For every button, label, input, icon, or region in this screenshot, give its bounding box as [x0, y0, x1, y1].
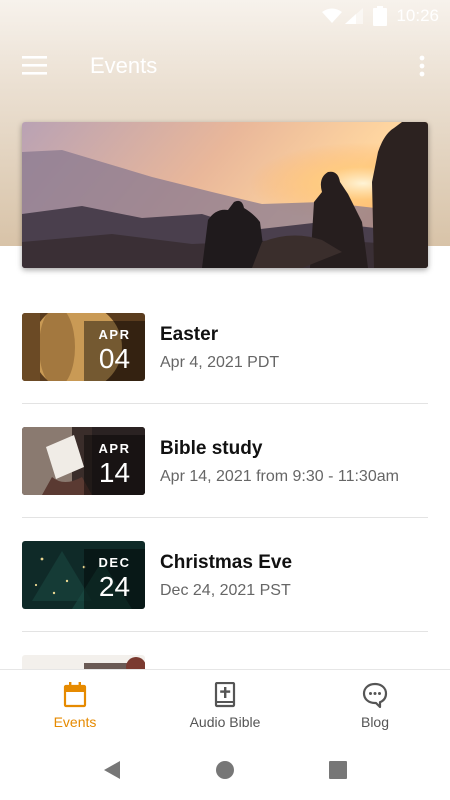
chat-icon: [362, 682, 388, 708]
status-bar: 10:26: [0, 0, 450, 32]
back-icon[interactable]: [102, 759, 122, 781]
event-row-christmas-eve[interactable]: DEC 24 Christmas Eve Dec 24, 2021 PST: [22, 518, 428, 632]
event-day: 04: [98, 343, 131, 374]
nav-label-blog: Blog: [360, 714, 390, 730]
nav-item-audio-bible[interactable]: Audio Bible: [150, 670, 300, 746]
calendar-icon: [63, 682, 87, 708]
battery-icon: [373, 6, 387, 26]
signal-icon: [345, 8, 363, 24]
event-name: Christmas Eve: [160, 552, 293, 573]
more-options-icon[interactable]: [412, 54, 432, 78]
date-badge: DEC 24: [84, 549, 145, 609]
system-navigation-bar: [0, 745, 450, 800]
home-icon[interactable]: [215, 760, 235, 780]
date-badge: APR 04: [84, 321, 145, 381]
event-day: 14: [98, 457, 131, 488]
page-title: Events: [90, 53, 158, 78]
event-row-bible-study[interactable]: APR 14 Bible study Apr 14, 2021 from 9:3…: [22, 404, 428, 518]
status-time: 10:26: [396, 6, 439, 25]
bottom-navigation: Events Audio Bible Blog: [0, 669, 450, 746]
hero-sunset-scene: [22, 122, 428, 268]
app-bar: Events: [0, 40, 450, 92]
event-date: Apr 14, 2021 from 9:30 - 11:30am: [160, 468, 399, 485]
event-day: 24: [98, 571, 131, 602]
event-row-easter[interactable]: APR 04 Easter Apr 4, 2021 PDT: [22, 290, 428, 404]
nav-item-blog[interactable]: Blog: [300, 670, 450, 746]
bible-icon: [214, 682, 236, 708]
menu-icon[interactable]: [22, 54, 48, 76]
nav-label-events: Events: [53, 714, 97, 730]
wifi-icon: [322, 8, 342, 23]
event-month: DEC: [98, 555, 131, 570]
event-name: Bible study: [160, 438, 263, 459]
hero-image[interactable]: [22, 122, 428, 268]
event-date: Dec 24, 2021 PST: [160, 582, 291, 599]
event-name: Easter: [160, 324, 219, 345]
nav-label-audio-bible: Audio Bible: [189, 714, 261, 730]
nav-item-events[interactable]: Events: [0, 670, 150, 746]
recents-icon[interactable]: [328, 760, 348, 780]
date-badge: APR 14: [84, 435, 145, 495]
event-thumbnail: DEC 24: [22, 541, 145, 609]
event-month: APR: [98, 327, 131, 342]
event-month: APR: [98, 441, 131, 456]
event-thumbnail: APR 04: [22, 313, 145, 381]
event-thumbnail: APR 14: [22, 427, 145, 495]
event-date: Apr 4, 2021 PDT: [160, 354, 280, 371]
